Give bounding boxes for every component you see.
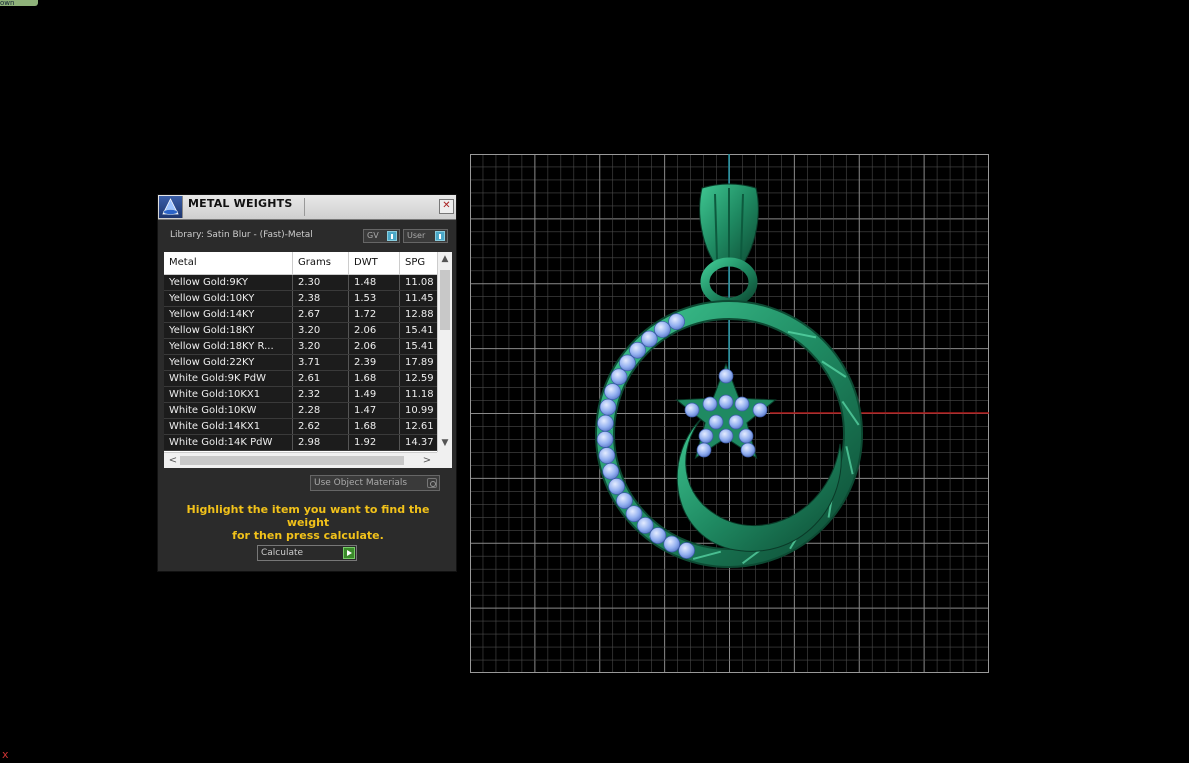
cell-metal: White Gold:9K PdW bbox=[164, 371, 293, 386]
cell-dwt: 1.48 bbox=[349, 275, 400, 290]
calculate-label: Calculate bbox=[261, 548, 304, 558]
cell-metal: Yellow Gold:9KY bbox=[164, 275, 293, 290]
vertical-scrollbar[interactable]: ▲ ▼ bbox=[437, 252, 452, 452]
close-button[interactable]: ✕ bbox=[439, 199, 454, 214]
column-header-grams[interactable]: Grams bbox=[293, 252, 349, 274]
panel-titlebar[interactable]: METAL WEIGHTS ✕ bbox=[158, 195, 456, 220]
cell-spg: 11.18 bbox=[405, 389, 434, 400]
cell-metal: Yellow Gold:10KY bbox=[164, 291, 293, 306]
table-row[interactable]: White Gold:10KW 2.28 1.47 10.99 bbox=[164, 403, 437, 419]
cell-grams: 2.28 bbox=[293, 403, 349, 418]
cell-grams: 2.67 bbox=[293, 307, 349, 322]
table-row[interactable]: Yellow Gold:22KY 3.71 2.39 17.89 bbox=[164, 355, 437, 371]
corner-tab[interactable]: own bbox=[0, 0, 38, 6]
toggle-icon bbox=[435, 231, 445, 241]
use-object-materials-toggle[interactable]: Use Object Materials bbox=[310, 475, 440, 491]
cell-grams: 3.20 bbox=[293, 323, 349, 338]
table-row[interactable]: Yellow Gold:14KY 2.67 1.72 12.88 bbox=[164, 307, 437, 323]
cell-spg: 11.08 bbox=[405, 277, 434, 288]
scroll-thumb[interactable] bbox=[180, 456, 404, 465]
user-toggle[interactable]: User bbox=[403, 229, 448, 243]
cell-grams: 2.61 bbox=[293, 371, 349, 386]
panel-title: METAL WEIGHTS bbox=[188, 197, 293, 210]
pendant-icon bbox=[595, 183, 863, 568]
column-header-metal[interactable]: Metal bbox=[164, 252, 293, 274]
cell-dwt: 1.53 bbox=[349, 291, 400, 306]
cell-metal: White Gold:14K PdW bbox=[164, 435, 293, 450]
library-label: Library: Satin Blur - (Fast)-Metal bbox=[170, 230, 313, 240]
column-header-dwt[interactable]: DWT bbox=[349, 252, 400, 274]
cell-metal: Yellow Gold:18KY R... bbox=[164, 339, 293, 354]
cell-dwt: 1.72 bbox=[349, 307, 400, 322]
cell-spg: 12.59 bbox=[405, 373, 434, 384]
cell-metal: Yellow Gold:14KY bbox=[164, 307, 293, 322]
cell-dwt: 2.06 bbox=[349, 323, 400, 338]
3d-viewport[interactable] bbox=[469, 153, 990, 674]
corner-close-icon[interactable]: x bbox=[2, 748, 9, 761]
cell-metal: Yellow Gold:18KY bbox=[164, 323, 293, 338]
cell-spg: 12.88 bbox=[405, 309, 434, 320]
table-row[interactable]: White Gold:14K PdW 2.98 1.92 14.37 bbox=[164, 435, 437, 451]
table-row[interactable]: Yellow Gold:10KY 2.38 1.53 11.45 bbox=[164, 291, 437, 307]
table-row[interactable]: Yellow Gold:18KY 3.20 2.06 15.41 bbox=[164, 323, 437, 339]
table-body: Yellow Gold:9KY 2.30 1.48 11.08 Yellow Gold:… bbox=[164, 275, 437, 451]
metal-table: Metal Grams DWT SPG Yellow Gold:9KY 2.30 1… bbox=[164, 252, 452, 468]
horizontal-scrollbar[interactable]: < > bbox=[164, 452, 437, 468]
app-logo-icon bbox=[159, 196, 183, 218]
table-row[interactable]: White Gold:9K PdW 2.61 1.68 12.59 bbox=[164, 371, 437, 387]
cell-spg: 15.41 bbox=[405, 325, 434, 336]
cell-metal: Yellow Gold:22KY bbox=[164, 355, 293, 370]
scroll-corner bbox=[437, 452, 452, 468]
user-toggle-label: User bbox=[407, 231, 426, 240]
gv-toggle[interactable]: GV bbox=[363, 229, 400, 243]
cell-dwt: 2.06 bbox=[349, 339, 400, 354]
cell-grams: 2.32 bbox=[293, 387, 349, 402]
cell-dwt: 1.68 bbox=[349, 419, 400, 434]
calculate-button[interactable]: Calculate bbox=[257, 545, 357, 561]
cell-grams: 2.38 bbox=[293, 291, 349, 306]
cell-metal: White Gold:10KW bbox=[164, 403, 293, 418]
cell-dwt: 1.92 bbox=[349, 435, 400, 450]
hint-text: Highlight the item you want to find the … bbox=[168, 503, 448, 542]
gv-toggle-label: GV bbox=[367, 231, 379, 240]
table-row[interactable]: Yellow Gold:18KY R... 3.20 2.06 15.41 bbox=[164, 339, 437, 355]
table-row[interactable]: Yellow Gold:9KY 2.30 1.48 11.08 bbox=[164, 275, 437, 291]
cell-metal: White Gold:10KX1 bbox=[164, 387, 293, 402]
cell-spg: 10.99 bbox=[405, 405, 434, 416]
cell-dwt: 1.47 bbox=[349, 403, 400, 418]
cell-grams: 3.71 bbox=[293, 355, 349, 370]
scroll-left-icon[interactable]: < bbox=[166, 453, 180, 468]
play-icon bbox=[343, 547, 355, 559]
cell-spg: 17.89 bbox=[405, 357, 434, 368]
hint-line-1: Highlight the item you want to find the … bbox=[186, 503, 430, 529]
hint-line-2: for then press calculate. bbox=[232, 529, 384, 542]
cell-metal: White Gold:14KX1 bbox=[164, 419, 293, 434]
scroll-thumb[interactable] bbox=[440, 270, 450, 330]
cell-grams: 3.20 bbox=[293, 339, 349, 354]
scroll-right-icon[interactable]: > bbox=[420, 453, 434, 468]
cell-spg: 15.41 bbox=[405, 341, 434, 352]
cell-spg: 14.37 bbox=[405, 437, 434, 448]
radio-icon bbox=[427, 478, 437, 488]
metal-weights-panel: METAL WEIGHTS ✕ Library: Satin Blur - (F… bbox=[157, 194, 457, 572]
column-header-spg[interactable]: SPG bbox=[400, 252, 437, 274]
use-object-materials-label: Use Object Materials bbox=[314, 478, 408, 488]
cell-dwt: 1.49 bbox=[349, 387, 400, 402]
cell-grams: 2.98 bbox=[293, 435, 349, 450]
table-header: Metal Grams DWT SPG bbox=[164, 252, 437, 275]
cell-dwt: 2.39 bbox=[349, 355, 400, 370]
scroll-up-icon[interactable]: ▲ bbox=[438, 252, 452, 266]
title-divider bbox=[304, 198, 305, 216]
table-row[interactable]: White Gold:14KX1 2.62 1.68 12.61 bbox=[164, 419, 437, 435]
toggle-icon bbox=[387, 231, 397, 241]
cell-grams: 2.30 bbox=[293, 275, 349, 290]
cell-grams: 2.62 bbox=[293, 419, 349, 434]
cell-spg: 12.61 bbox=[405, 421, 434, 432]
table-row[interactable]: White Gold:10KX1 2.32 1.49 11.18 bbox=[164, 387, 437, 403]
cell-spg: 11.45 bbox=[405, 293, 434, 304]
scroll-down-icon[interactable]: ▼ bbox=[438, 436, 452, 450]
cell-dwt: 1.68 bbox=[349, 371, 400, 386]
